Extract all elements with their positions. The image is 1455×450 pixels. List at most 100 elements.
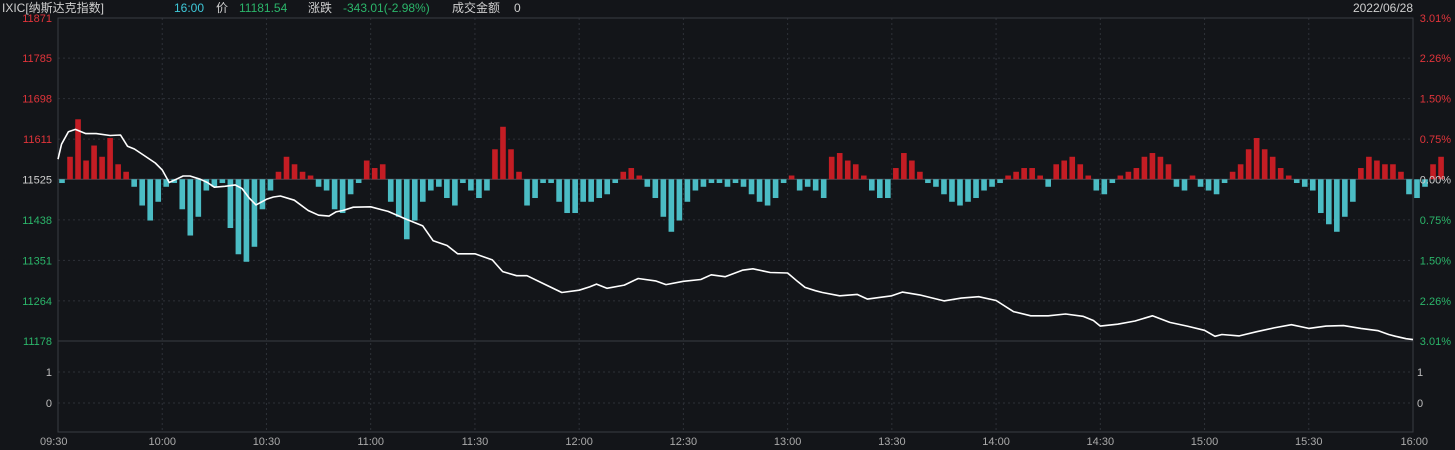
volume-bar <box>700 179 707 187</box>
volume-bar <box>1093 179 1100 191</box>
volume-bar <box>844 160 851 180</box>
volume-bar <box>1293 179 1300 184</box>
volume-bar <box>1189 175 1196 180</box>
volume-bar <box>1317 179 1324 214</box>
price-tick-label: 11698 <box>22 94 52 106</box>
volume-bar <box>860 175 867 180</box>
volume-bar <box>788 175 795 180</box>
volume-bar <box>283 156 290 180</box>
volume-bar <box>1366 156 1372 180</box>
volume-bar <box>628 168 635 180</box>
volume-bar <box>772 179 779 199</box>
price-tick-label: 11611 <box>23 134 52 146</box>
volume-bar <box>307 175 314 180</box>
volume-bar <box>893 168 899 180</box>
volume-bar <box>1013 171 1019 180</box>
time-tick-label: 11:00 <box>357 436 384 448</box>
volume-bar <box>299 171 306 180</box>
volume-bar <box>107 138 113 180</box>
volume-bar <box>1253 138 1260 180</box>
volume-bar <box>436 179 442 187</box>
volume-bar <box>219 179 226 184</box>
volume-bar <box>828 156 835 180</box>
volume-bar <box>179 179 186 210</box>
volume-tick-label: 1 <box>1417 367 1423 379</box>
volume-bar <box>1197 179 1204 187</box>
percent-tick-label: 2.26% <box>1420 53 1451 65</box>
volume-bar <box>804 179 811 187</box>
volume-bar <box>1061 160 1068 180</box>
volume-bar <box>997 179 1003 184</box>
volume-bar <box>1149 153 1156 180</box>
volume-bars <box>59 119 1444 262</box>
percent-tick-label: 0.75% <box>1420 215 1451 227</box>
volume-bar <box>1053 164 1060 180</box>
left-price-axis: 11871 11785 11698 11611 11525 11438 11351 11264… <box>22 13 52 348</box>
volume-bar <box>852 164 859 180</box>
volume-bar <box>764 179 771 206</box>
time-tick-label: 15:00 <box>1191 436 1219 448</box>
volume-bar <box>564 179 570 214</box>
volume-bar <box>989 179 995 187</box>
volume-bar <box>1309 179 1316 191</box>
volume-bar <box>275 171 282 180</box>
percent-tick-label: 3.01% <box>1420 336 1451 348</box>
volume-bar <box>925 179 931 184</box>
intraday-chart[interactable]: 11871 11785 11698 11611 11525 11438 11351 11264… <box>0 0 1455 450</box>
volume-bar <box>724 179 731 187</box>
right-percent-axis: 3.01% 2.26% 1.50% 0.75% 0.00% 0.75% 1.50% 2.26%… <box>1420 13 1451 348</box>
volume-bar <box>572 179 578 214</box>
volume-bar <box>652 179 659 199</box>
volume-bar <box>395 179 402 217</box>
percent-tick-label: 2.26% <box>1420 296 1451 308</box>
volume-bar <box>452 179 458 206</box>
volume-bar <box>1326 179 1332 225</box>
time-tick-label: 12:30 <box>670 436 698 448</box>
volume-bar <box>1101 179 1108 195</box>
volume-bar <box>99 156 105 180</box>
time-tick-label: 15:30 <box>1295 436 1323 448</box>
volume-bar <box>973 179 979 199</box>
time-tick-label: 12:00 <box>565 436 593 448</box>
volume-bar <box>1045 179 1051 187</box>
volume-bar <box>1029 168 1035 180</box>
volume-bar <box>331 179 338 210</box>
volume-bar <box>716 179 723 184</box>
volume-bar <box>139 179 145 206</box>
volume-bar <box>147 179 154 221</box>
volume-bar <box>877 179 883 199</box>
time-axis: 09:30 10:00 10:30 11:00 11:30 12:00 12:30 13:00… <box>40 436 1428 448</box>
volume-bar <box>67 156 73 180</box>
volume-bar <box>780 179 787 184</box>
volume-bar <box>323 179 330 191</box>
volume-bar <box>1350 179 1356 202</box>
volume-bar <box>500 126 506 180</box>
volume-bar <box>660 179 667 217</box>
time-tick-label: 14:30 <box>1087 436 1115 448</box>
volume-bar <box>315 179 322 187</box>
volume-bar <box>291 164 298 180</box>
right-volume-axis: 10 <box>1417 367 1423 410</box>
volume-bar <box>676 179 683 221</box>
price-line <box>57 128 1414 341</box>
time-tick-label: 11:30 <box>462 436 489 448</box>
volume-bar <box>524 179 530 206</box>
volume-bar <box>1157 156 1164 180</box>
percent-tick-label: 3.01% <box>1420 13 1451 25</box>
volume-bar <box>235 179 242 255</box>
volume-bar <box>1173 179 1180 187</box>
volume-bar <box>259 179 266 210</box>
volume-bar <box>1021 168 1027 180</box>
volume-bar <box>732 179 739 184</box>
price-tick-label: 11178 <box>23 336 52 348</box>
price-tick-label: 11785 <box>22 53 52 65</box>
volume-bar <box>668 179 675 232</box>
volume-bar <box>508 149 514 180</box>
volume-bar <box>885 179 891 199</box>
volume-bar <box>83 160 89 180</box>
volume-bar <box>267 179 274 191</box>
price-tick-label: 11438 <box>22 215 52 227</box>
volume-bar <box>604 179 611 195</box>
volume-bar <box>123 171 129 180</box>
price-tick-label: 11525 <box>22 174 52 186</box>
